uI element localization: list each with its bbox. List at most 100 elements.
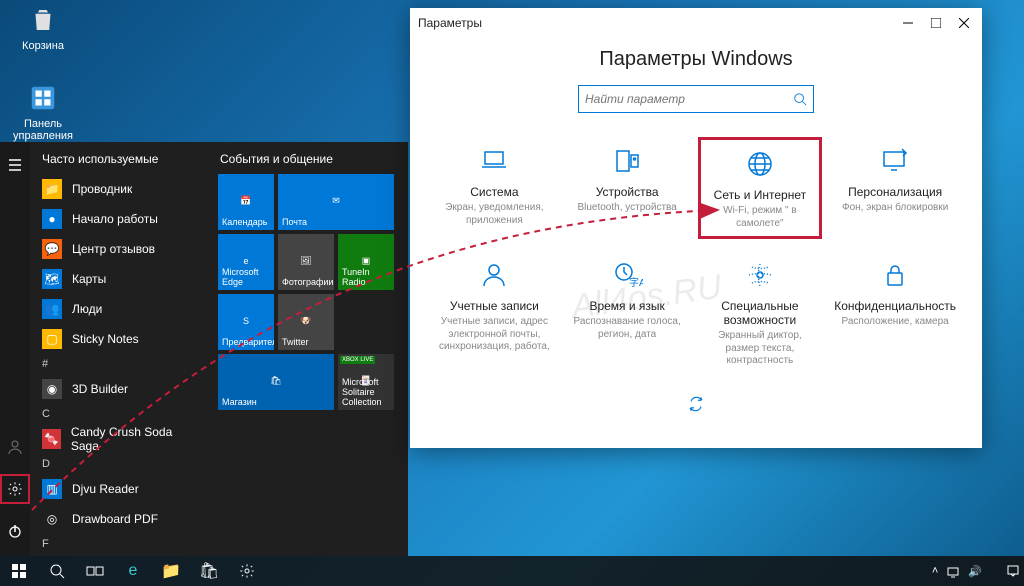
taskbar-explorer[interactable]: 📁 [152, 556, 190, 586]
app-label: Djvu Reader [72, 482, 139, 496]
category-privacy[interactable]: Конфиденциальность Расположение, камера [830, 251, 960, 374]
app-maps[interactable]: 🗺Карты [30, 264, 208, 294]
desktop-label: Корзина [22, 40, 64, 52]
search-icon [793, 92, 807, 106]
tile-skype[interactable]: SПредваритель... [218, 294, 274, 350]
lock-icon [834, 257, 956, 293]
svg-text:字A: 字A [629, 276, 643, 289]
solitaire-icon: 🃏 [360, 375, 371, 386]
letter-header[interactable]: # [30, 354, 208, 374]
category-title: Время и язык [569, 299, 686, 313]
category-update[interactable] [631, 380, 761, 434]
settings-button[interactable] [0, 474, 30, 504]
category-title: Сеть и Интернет [705, 188, 816, 202]
tray-network-icon[interactable] [946, 564, 960, 578]
tile-label: Предваритель... [222, 337, 270, 347]
desktop-recycle-bin[interactable]: Корзина [8, 2, 78, 52]
taskbar-store[interactable]: 🛍 [190, 556, 228, 586]
user-icon [436, 257, 553, 293]
app-people[interactable]: 👥 Люди [30, 294, 208, 324]
app-label: Drawboard PDF [72, 512, 158, 526]
category-time-language[interactable]: 字A Время и язык Распознавание голоса, ре… [565, 251, 690, 374]
tile-edge[interactable]: eMicrosoft Edge [218, 234, 274, 290]
taskbar-edge[interactable]: e [114, 556, 152, 586]
recycle-bin-icon [8, 2, 78, 38]
edge-icon: e [243, 256, 248, 266]
explorer-icon: 📁 [42, 179, 62, 199]
category-devices[interactable]: Устройства Bluetooth, устройства [565, 137, 690, 239]
tile-label: Почта [282, 217, 390, 227]
tile-calendar[interactable]: 📅Календарь [218, 174, 274, 230]
close-button[interactable] [946, 8, 982, 38]
desktop-control-panel[interactable]: Панель управления [8, 80, 78, 142]
djvu-icon: ▥ [42, 479, 62, 499]
app-getstarted[interactable]: ●Начало работы [30, 204, 208, 234]
taskbar: e 📁 🛍 ˄ 🔊 [0, 556, 1024, 586]
search-box[interactable] [578, 85, 814, 113]
taskbar-search[interactable] [38, 556, 76, 586]
tile-label: Twitter [282, 337, 330, 347]
app-djvu[interactable]: ▥ Djvu Reader [30, 474, 208, 504]
tile-tunein[interactable]: ▣TuneIn Radio [338, 234, 394, 290]
start-apps-list: Часто используемые 📁 Проводник ●Начало ра… [30, 142, 208, 556]
category-network[interactable]: Сеть и Интернет Wi-Fi, режим " в самолет… [698, 137, 823, 239]
window-titlebar[interactable]: Параметры [410, 8, 982, 38]
app-explorer[interactable]: 📁 Проводник [30, 174, 208, 204]
search-input[interactable] [585, 92, 793, 106]
3dbuilder-icon: ◉ [42, 379, 62, 399]
letter-header[interactable]: D [30, 454, 208, 474]
category-title: Специальные возможности [702, 299, 819, 327]
clock-lang-icon: 字A [569, 257, 686, 293]
feedback-icon: 💬 [42, 239, 62, 259]
tray-volume-icon[interactable]: 🔊 [968, 565, 982, 578]
app-label: Люди [72, 302, 102, 316]
start-tiles: События и общение 📅Календарь ✉Почта eMic… [208, 142, 408, 556]
tile-mail[interactable]: ✉ Почта [278, 174, 394, 230]
category-personalization[interactable]: Персонализация Фон, экран блокировки [830, 137, 960, 239]
hamburger-button[interactable] [0, 150, 30, 180]
app-sticky[interactable]: ▢Sticky Notes [30, 324, 208, 354]
settings-heading: Параметры Windows [410, 38, 982, 85]
drawboard-icon: ◎ [42, 509, 62, 529]
taskbar-settings[interactable] [228, 556, 266, 586]
category-desc: Экранный диктор, размер текста, контраст… [702, 330, 819, 368]
twitter-icon: 🐶 [300, 315, 311, 326]
category-desc: Учетные записи, адрес электронной почты,… [436, 316, 553, 354]
tile-store[interactable]: 🛍Магазин [218, 354, 334, 410]
category-desc: Распознавание голоса, регион, дата [569, 316, 686, 341]
calendar-icon: 📅 [240, 195, 251, 206]
category-desc: Расположение, камера [834, 316, 956, 329]
settings-window: Параметры Параметры Windows Система Экра… [410, 8, 982, 448]
getstarted-icon: ● [42, 209, 62, 229]
tile-photos[interactable]: 🖼Фотографии [278, 234, 334, 290]
app-label: Проводник [72, 182, 132, 196]
sync-icon [635, 386, 757, 422]
tile-label: Фотографии [282, 277, 330, 287]
user-account-button[interactable] [0, 432, 30, 462]
frequent-header: Часто используемые [30, 142, 208, 174]
people-icon: 👥 [42, 299, 62, 319]
app-drawboard[interactable]: ◎ Drawboard PDF [30, 504, 208, 534]
accessibility-icon [702, 257, 819, 293]
power-button[interactable] [0, 516, 30, 546]
tray-chevron-up-icon[interactable]: ˄ [932, 565, 938, 577]
tray-notifications-icon[interactable] [1006, 564, 1020, 578]
category-ease-of-access[interactable]: Специальные возможности Экранный диктор,… [698, 251, 823, 374]
app-3dbuilder[interactable]: ◉ 3D Builder [30, 374, 208, 404]
category-title: Система [436, 185, 553, 199]
letter-header[interactable]: F [30, 534, 208, 554]
tile-label: Магазин [222, 397, 330, 407]
category-system[interactable]: Система Экран, уведомления, приложения [432, 137, 557, 239]
tile-solitaire[interactable]: XBOX LIVE🃏Microsoft Solitaire Collection [338, 354, 394, 410]
tile-twitter[interactable]: 🐶 Twitter [278, 294, 334, 350]
category-desc: Bluetooth, устройства [569, 202, 686, 215]
app-candy[interactable]: 🍬Candy Crush Soda Saga [30, 424, 208, 454]
mail-icon: ✉ [332, 195, 340, 206]
start-button[interactable] [0, 556, 38, 586]
letter-header[interactable]: C [30, 404, 208, 424]
app-label: 3D Builder [72, 382, 128, 396]
category-accounts[interactable]: Учетные записи Учетные записи, адрес эле… [432, 251, 557, 374]
app-feedback[interactable]: 💬Центр отзывов [30, 234, 208, 264]
category-title: Учетные записи [436, 299, 553, 313]
task-view-button[interactable] [76, 556, 114, 586]
